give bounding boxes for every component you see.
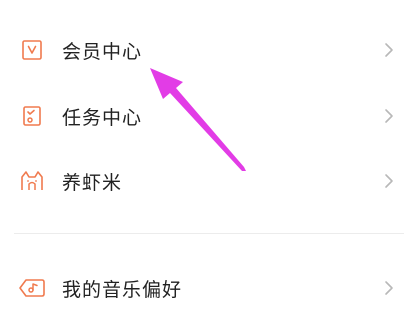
- menu-item-label: 养虾米: [62, 171, 123, 194]
- task-clipboard-icon: [18, 102, 46, 130]
- chevron-right-icon: [382, 278, 396, 298]
- menu-item-raise-xiami[interactable]: 养虾米: [0, 151, 404, 211]
- music-tag-icon: [18, 274, 46, 302]
- settings-screen: 会员中心 任务中心 养虾米 我的音乐偏好: [0, 0, 404, 319]
- menu-item-label: 我的音乐偏好: [62, 278, 183, 301]
- vip-v-icon: [18, 36, 46, 64]
- chevron-right-icon: [382, 171, 396, 191]
- menu-item-task-center[interactable]: 任务中心: [0, 86, 404, 146]
- chevron-right-icon: [382, 40, 396, 60]
- menu-item-music-preference[interactable]: 我的音乐偏好: [0, 258, 404, 318]
- section-divider: [14, 233, 404, 234]
- shrimp-cat-icon: [18, 167, 46, 195]
- menu-item-label: 会员中心: [62, 40, 143, 63]
- menu-item-vip-center[interactable]: 会员中心: [0, 20, 404, 80]
- menu-item-label: 任务中心: [62, 106, 143, 129]
- chevron-right-icon: [382, 106, 396, 126]
